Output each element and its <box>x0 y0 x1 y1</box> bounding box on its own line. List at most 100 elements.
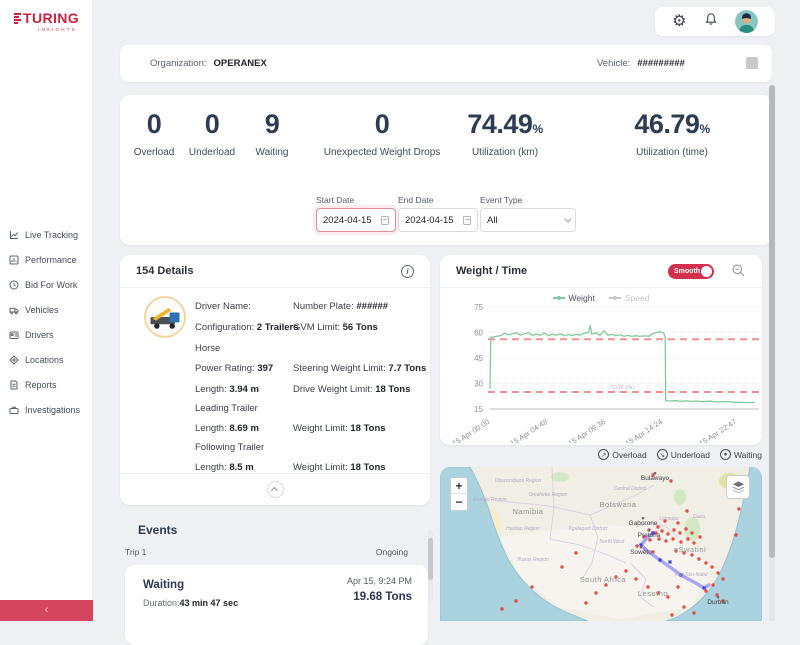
svg-text:KwaZulu-Natal: KwaZulu-Natal <box>675 572 709 578</box>
stat-value: 0 <box>324 109 441 140</box>
sidebar-item-locations[interactable]: Locations <box>0 347 93 372</box>
stat-value: 0 <box>134 109 175 140</box>
stat-label: Underload <box>189 147 235 158</box>
svg-text:Otjozondjupa Region: Otjozondjupa Region <box>495 478 542 484</box>
settings-gear-icon[interactable]: ⚙ <box>672 14 686 30</box>
sidebar-nav: Live Tracking Performance Bid For WorkVehi… <box>0 222 93 422</box>
vehicle-value: ######### <box>637 58 685 69</box>
svg-text:15 Apr 00:00: 15 Apr 00:00 <box>451 417 492 443</box>
stat-overload: 0Overload <box>134 109 175 158</box>
stat-value: 0 <box>189 109 235 140</box>
bid-for-work-icon <box>9 280 19 290</box>
start-date-input[interactable]: 2024-04-15 <box>316 208 396 232</box>
svg-text:Erongo Region: Erongo Region <box>473 497 507 503</box>
svg-text:Central District: Central District <box>614 486 647 492</box>
stat-utilization-km: 74.49%Utilization (km) <box>467 109 542 158</box>
event-type-select[interactable]: All <box>480 208 576 232</box>
sidebar-item-drivers[interactable]: Drivers <box>0 322 93 347</box>
svg-text:Omaheke Region: Omaheke Region <box>529 492 568 498</box>
info-icon[interactable]: i <box>401 265 414 278</box>
organization-field[interactable]: Organization: OPERANEX <box>150 45 267 82</box>
sidebar-item-label: Live Tracking <box>25 230 78 240</box>
svg-text:Namibia: Namibia <box>512 507 543 516</box>
svg-text:!Karas Region: !Karas Region <box>517 557 549 563</box>
stat-unexpected-weight-drops: 0Unexpected Weight Drops <box>324 109 441 158</box>
legend-weight[interactable]: Weight <box>553 293 595 303</box>
events-scrollbar[interactable] <box>428 538 433 580</box>
sidebar-item-label: Locations <box>25 355 64 365</box>
event-type-label: Event Type <box>480 195 576 205</box>
map-zoom-out-button[interactable]: − <box>451 494 467 510</box>
drivers-icon <box>9 330 19 340</box>
details-row: Power Rating: 397Steering Weight Limit: … <box>195 363 422 374</box>
legend-marker <box>553 297 565 299</box>
svg-text:eSwatini: eSwatini <box>674 545 706 554</box>
map-legend-label: Underload <box>671 450 710 460</box>
sidebar-item-investigations[interactable]: Investigations <box>0 397 93 422</box>
chart-title: Weight / Time <box>456 265 527 277</box>
legend-label: Speed <box>625 293 650 303</box>
chevron-left-icon: ‹ <box>45 605 49 616</box>
svg-text:Gaza: Gaza <box>693 514 705 520</box>
sidebar-item-performance[interactable]: Performance <box>0 247 93 272</box>
sidebar-item-label: Performance <box>25 255 77 265</box>
event-type: Waiting <box>143 579 184 591</box>
page-scrollbar[interactable] <box>769 85 775 558</box>
svg-text:South Africa: South Africa <box>580 575 627 584</box>
svg-text:Bulawayo: Bulawayo <box>641 475 670 482</box>
svg-text:60: 60 <box>474 329 483 338</box>
map-zoom-in-button[interactable]: + <box>451 478 467 494</box>
user-avatar[interactable] <box>735 10 758 33</box>
svg-text:15 Apr 04:48: 15 Apr 04:48 <box>509 417 550 443</box>
sidebar-item-reports[interactable]: Reports <box>0 372 93 397</box>
svg-text:Soweto: Soweto <box>630 549 652 556</box>
brand-subtitle: INSIGHTS <box>38 27 79 32</box>
end-date-value: 2024-04-15 <box>405 215 454 226</box>
stats-card: 0Overload0Underload9Waiting0Unexpected W… <box>120 95 772 245</box>
zoom-out-icon[interactable] <box>731 263 746 283</box>
svg-text:15 Apr 22:47: 15 Apr 22:47 <box>697 417 738 443</box>
map[interactable]: + − Otjozondjupa Region Omaheke Region Ero… <box>440 467 762 621</box>
sidebar-collapse-button[interactable]: ‹ <box>0 600 93 621</box>
smooth-toggle[interactable]: Smooth <box>668 264 714 279</box>
smooth-toggle-label: Smooth <box>674 268 700 275</box>
calendar-icon <box>463 216 471 225</box>
svg-text:15 Apr 09:36: 15 Apr 09:36 <box>567 417 608 443</box>
map-legend-label: Waiting <box>734 450 762 460</box>
vehicle-field[interactable]: Vehicle: ######### <box>597 45 685 82</box>
start-date-value: 2024-04-15 <box>323 215 372 226</box>
sidebar-item-label: Reports <box>25 380 57 390</box>
svg-text:75: 75 <box>474 303 483 312</box>
svg-text:GVM Min: GVM Min <box>611 385 634 391</box>
topbar: ⚙ <box>655 7 775 36</box>
map-legend-underload[interactable]: ↘Underload <box>657 449 710 460</box>
sidebar: TURING INSIGHTS Live Tracking Performance… <box>0 0 93 621</box>
svg-text:Kgalagadi District: Kgalagadi District <box>569 526 609 532</box>
map-legend-overload[interactable]: ↗Overload <box>598 449 647 460</box>
start-date-label: Start Date <box>316 195 396 205</box>
brand-logo[interactable]: TURING INSIGHTS <box>14 10 79 32</box>
legend-marker <box>609 297 621 299</box>
map-layers-button[interactable] <box>726 475 750 499</box>
locations-icon <box>9 355 19 365</box>
collapse-details-button[interactable] <box>267 481 284 498</box>
svg-text:15 Apr 14:24: 15 Apr 14:24 <box>624 417 665 443</box>
details-row: Length: 8.69 mWeight Limit: 18 Tons <box>195 423 422 434</box>
organization-label: Organization: <box>150 58 207 69</box>
end-date-input[interactable]: 2024-04-15 <box>398 208 478 232</box>
organization-value: OPERANEX <box>214 58 267 69</box>
svg-text:North West: North West <box>600 539 626 545</box>
notifications-bell-icon[interactable] <box>704 12 718 31</box>
svg-text:15: 15 <box>474 405 483 414</box>
live-tracking-icon <box>9 230 19 240</box>
sidebar-item-vehicles[interactable]: Vehicles <box>0 297 93 322</box>
event-card[interactable]: Waiting Duration:43 min 47 sec Apr 15, 9… <box>125 565 428 645</box>
overload-icon: ↗ <box>598 449 609 460</box>
stat-utilization-time: 46.79%Utilization (time) <box>634 109 709 158</box>
svg-text:Durban: Durban <box>707 599 729 606</box>
legend-speed[interactable]: Speed <box>609 293 650 303</box>
event-type-value: All <box>487 215 498 226</box>
sidebar-item-live-tracking[interactable]: Live Tracking <box>0 222 93 247</box>
sidebar-item-bid-for-work[interactable]: Bid For Work <box>0 272 93 297</box>
map-legend-waiting[interactable]: ●Waiting <box>720 449 762 460</box>
